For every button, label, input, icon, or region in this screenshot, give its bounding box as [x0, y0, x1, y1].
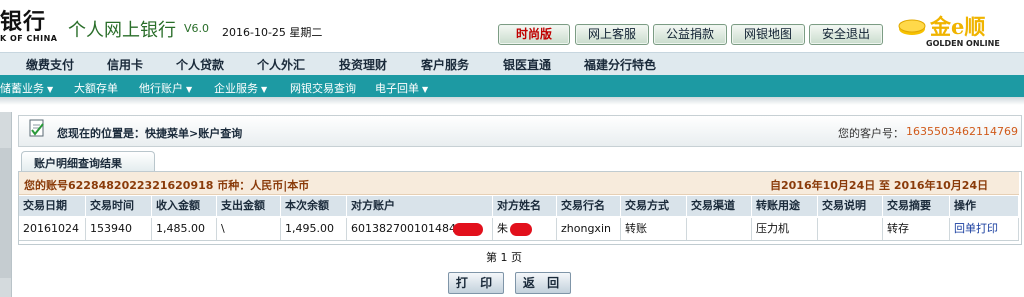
table-cell: 1,495.00 — [281, 218, 347, 240]
table-cell: 153940 — [86, 218, 152, 240]
customer-number-label: 您的客户号： — [838, 127, 904, 140]
column-header: 对方账户 — [347, 196, 493, 216]
subnav-e-receipt[interactable]: 电子回单 ▼ — [375, 80, 428, 96]
table-divider — [19, 240, 1019, 241]
back-button[interactable]: 返 回 — [515, 272, 571, 294]
column-header: 交易行名 — [557, 196, 621, 216]
app-version: V6.0 — [184, 22, 210, 35]
nav-personal-loan[interactable]: 个人贷款 — [176, 56, 224, 73]
table-cell — [818, 218, 883, 240]
chevron-down-icon: ▼ — [422, 85, 429, 94]
subnav-other-bank-label: 他行账户 — [139, 82, 183, 95]
nav-customer-service[interactable]: 客户服务 — [421, 56, 469, 73]
print-button[interactable]: 打 印 — [448, 272, 504, 294]
table-cell: 20161024 — [19, 218, 86, 240]
redaction-mark — [510, 223, 532, 236]
table-cell: 压力机 — [752, 218, 818, 240]
left-sidebar-toggle[interactable] — [0, 148, 11, 278]
column-header: 操作 — [950, 196, 1019, 216]
document-check-icon — [29, 119, 44, 137]
subnav-e-receipt-label: 电子回单 — [375, 82, 419, 95]
current-date: 2016-10-25 星期二 — [222, 26, 323, 39]
bank-logo-english: K OF CHINA — [0, 34, 58, 43]
table-cell: \ — [217, 218, 281, 240]
golden-online-subtitle: GOLDEN ONLINE — [926, 39, 1000, 48]
subnav-savings[interactable]: 储蓄业务 ▼ — [0, 80, 53, 96]
redaction-mark — [453, 223, 483, 236]
column-header: 交易说明 — [818, 196, 883, 216]
date-range: 自2016年10月24日 至 2016年10月24日 — [770, 179, 989, 192]
subnav-other-bank-account[interactable]: 他行账户 ▼ — [139, 80, 192, 96]
nav-shadow — [0, 97, 1024, 105]
column-header: 交易渠道 — [687, 196, 752, 216]
column-header: 交易日期 — [19, 196, 86, 216]
print-receipt-link[interactable]: 回单打印 — [950, 218, 1019, 240]
subnav-large-deposit[interactable]: 大额存单 — [74, 80, 118, 96]
table-cell: 转账 — [621, 218, 687, 240]
subnav-enterprise-service[interactable]: 企业服务 ▼ — [214, 80, 267, 96]
customer-number: 1635503462114769 — [906, 125, 1018, 138]
column-header: 交易方式 — [621, 196, 687, 216]
nav-foreign-exchange[interactable]: 个人外汇 — [257, 56, 305, 73]
column-header: 交易摘要 — [883, 196, 950, 216]
branch-map-button[interactable]: 网银地图 — [731, 24, 805, 45]
nav-medical-link[interactable]: 银医直通 — [503, 56, 551, 73]
column-header: 交易时间 — [86, 196, 152, 216]
nav-investment[interactable]: 投资理财 — [339, 56, 387, 73]
tab-label: 账户明细查询结果 — [34, 157, 122, 170]
subnav-savings-label: 储蓄业务 — [0, 82, 44, 95]
account-info: 您的账号6228482022321620918 币种：人民币|本币 — [24, 179, 310, 192]
subnav-enterprise-label: 企业服务 — [214, 82, 258, 95]
chevron-down-icon: ▼ — [261, 85, 268, 94]
nav-credit-card[interactable]: 信用卡 — [107, 56, 143, 73]
online-service-button[interactable]: 网上客服 — [575, 24, 649, 45]
golden-online-logo: 金e顺 — [930, 14, 986, 39]
nav-fujian-branch[interactable]: 福建分行特色 — [584, 56, 656, 73]
safe-logout-button[interactable]: 安全退出 — [809, 24, 883, 45]
column-header: 对方姓名 — [493, 196, 557, 216]
app-title: 个人网上银行 — [68, 20, 176, 41]
chevron-down-icon: ▼ — [186, 85, 193, 94]
column-header: 本次余额 — [281, 196, 347, 216]
golden-coin-icon — [898, 19, 926, 35]
pagination-info: 第 1 页 — [486, 251, 522, 264]
table-cell: 转存 — [883, 218, 950, 240]
column-header: 收入金额 — [152, 196, 217, 216]
charity-donation-button[interactable]: 公益捐款 — [653, 24, 727, 45]
bank-logo: 银行 — [0, 9, 47, 35]
table-cell — [687, 218, 752, 240]
chevron-down-icon: ▼ — [47, 85, 54, 94]
nav-payment[interactable]: 缴费支付 — [26, 56, 74, 73]
table-cell: 1,485.00 — [152, 218, 217, 240]
column-header: 转账用途 — [752, 196, 818, 216]
breadcrumb: 您现在的位置是：快捷菜单>账户查询 — [57, 127, 243, 140]
subnav-transaction-query[interactable]: 网银交易查询 — [290, 80, 356, 96]
column-header: 支出金额 — [217, 196, 281, 216]
fashion-edition-button[interactable]: 时尚版 — [498, 24, 570, 45]
table-cell: zhongxin — [557, 218, 621, 240]
